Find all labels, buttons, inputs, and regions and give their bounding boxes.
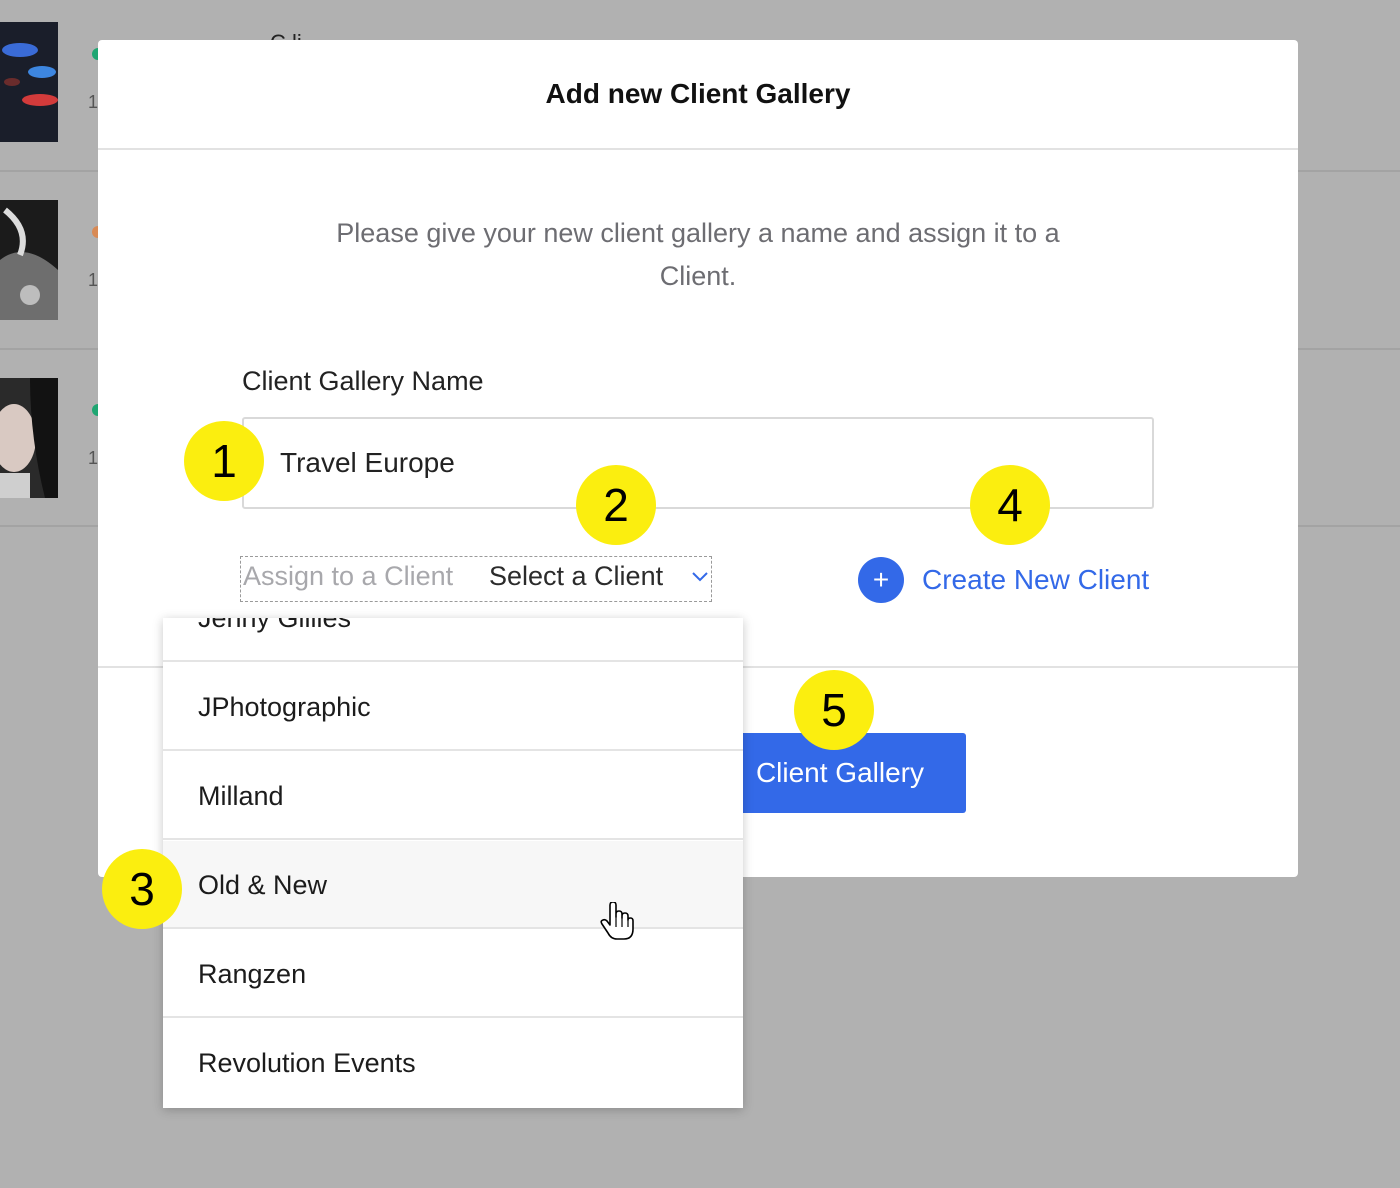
callout-3: 3 [102,849,182,929]
assign-client-select[interactable]: Assign to a Client Select a Client [240,556,712,602]
callout-4: 4 [970,465,1050,545]
assign-client-label: Assign to a Client [243,561,454,591]
assign-client-value: Select a Client [489,561,664,591]
gallery-thumbnail [0,378,58,498]
chevron-down-icon [692,572,708,582]
client-dropdown-menu: Jenny Gillies JPhotographic Milland Old … [163,618,743,1108]
row-count: 1 [88,92,98,112]
callout-1: 1 [184,421,264,501]
dropdown-item-jenny-gillies[interactable]: Jenny Gillies [163,618,743,662]
gallery-name-label: Client Gallery Name [242,366,484,396]
row-count: 1 [88,448,98,468]
dropdown-item-rangzen[interactable]: Rangzen [163,930,743,1018]
dropdown-item-revolution-events[interactable]: Revolution Events [163,1019,743,1107]
callout-2: 2 [576,465,656,545]
dropdown-item-old-and-new[interactable]: Old & New [163,841,743,929]
modal-title: Add new Client Gallery [545,78,851,109]
dropdown-pointer [686,602,718,618]
gallery-thumbnail [0,22,58,142]
modal-header: Add new Client Gallery [98,40,1298,150]
hand-cursor-icon [600,902,634,940]
dropdown-item-jphotographic[interactable]: JPhotographic [163,663,743,751]
callout-5: 5 [794,670,874,750]
row-count: 1 [88,270,98,290]
plus-icon: + [858,557,904,603]
create-new-client-label: Create New Client [922,564,1150,595]
modal-description: Please give your new client gallery a na… [336,218,1060,291]
gallery-thumbnail [0,200,58,320]
dropdown-item-milland[interactable]: Milland [163,752,743,840]
create-new-client-link[interactable]: + Create New Client [858,557,1149,603]
